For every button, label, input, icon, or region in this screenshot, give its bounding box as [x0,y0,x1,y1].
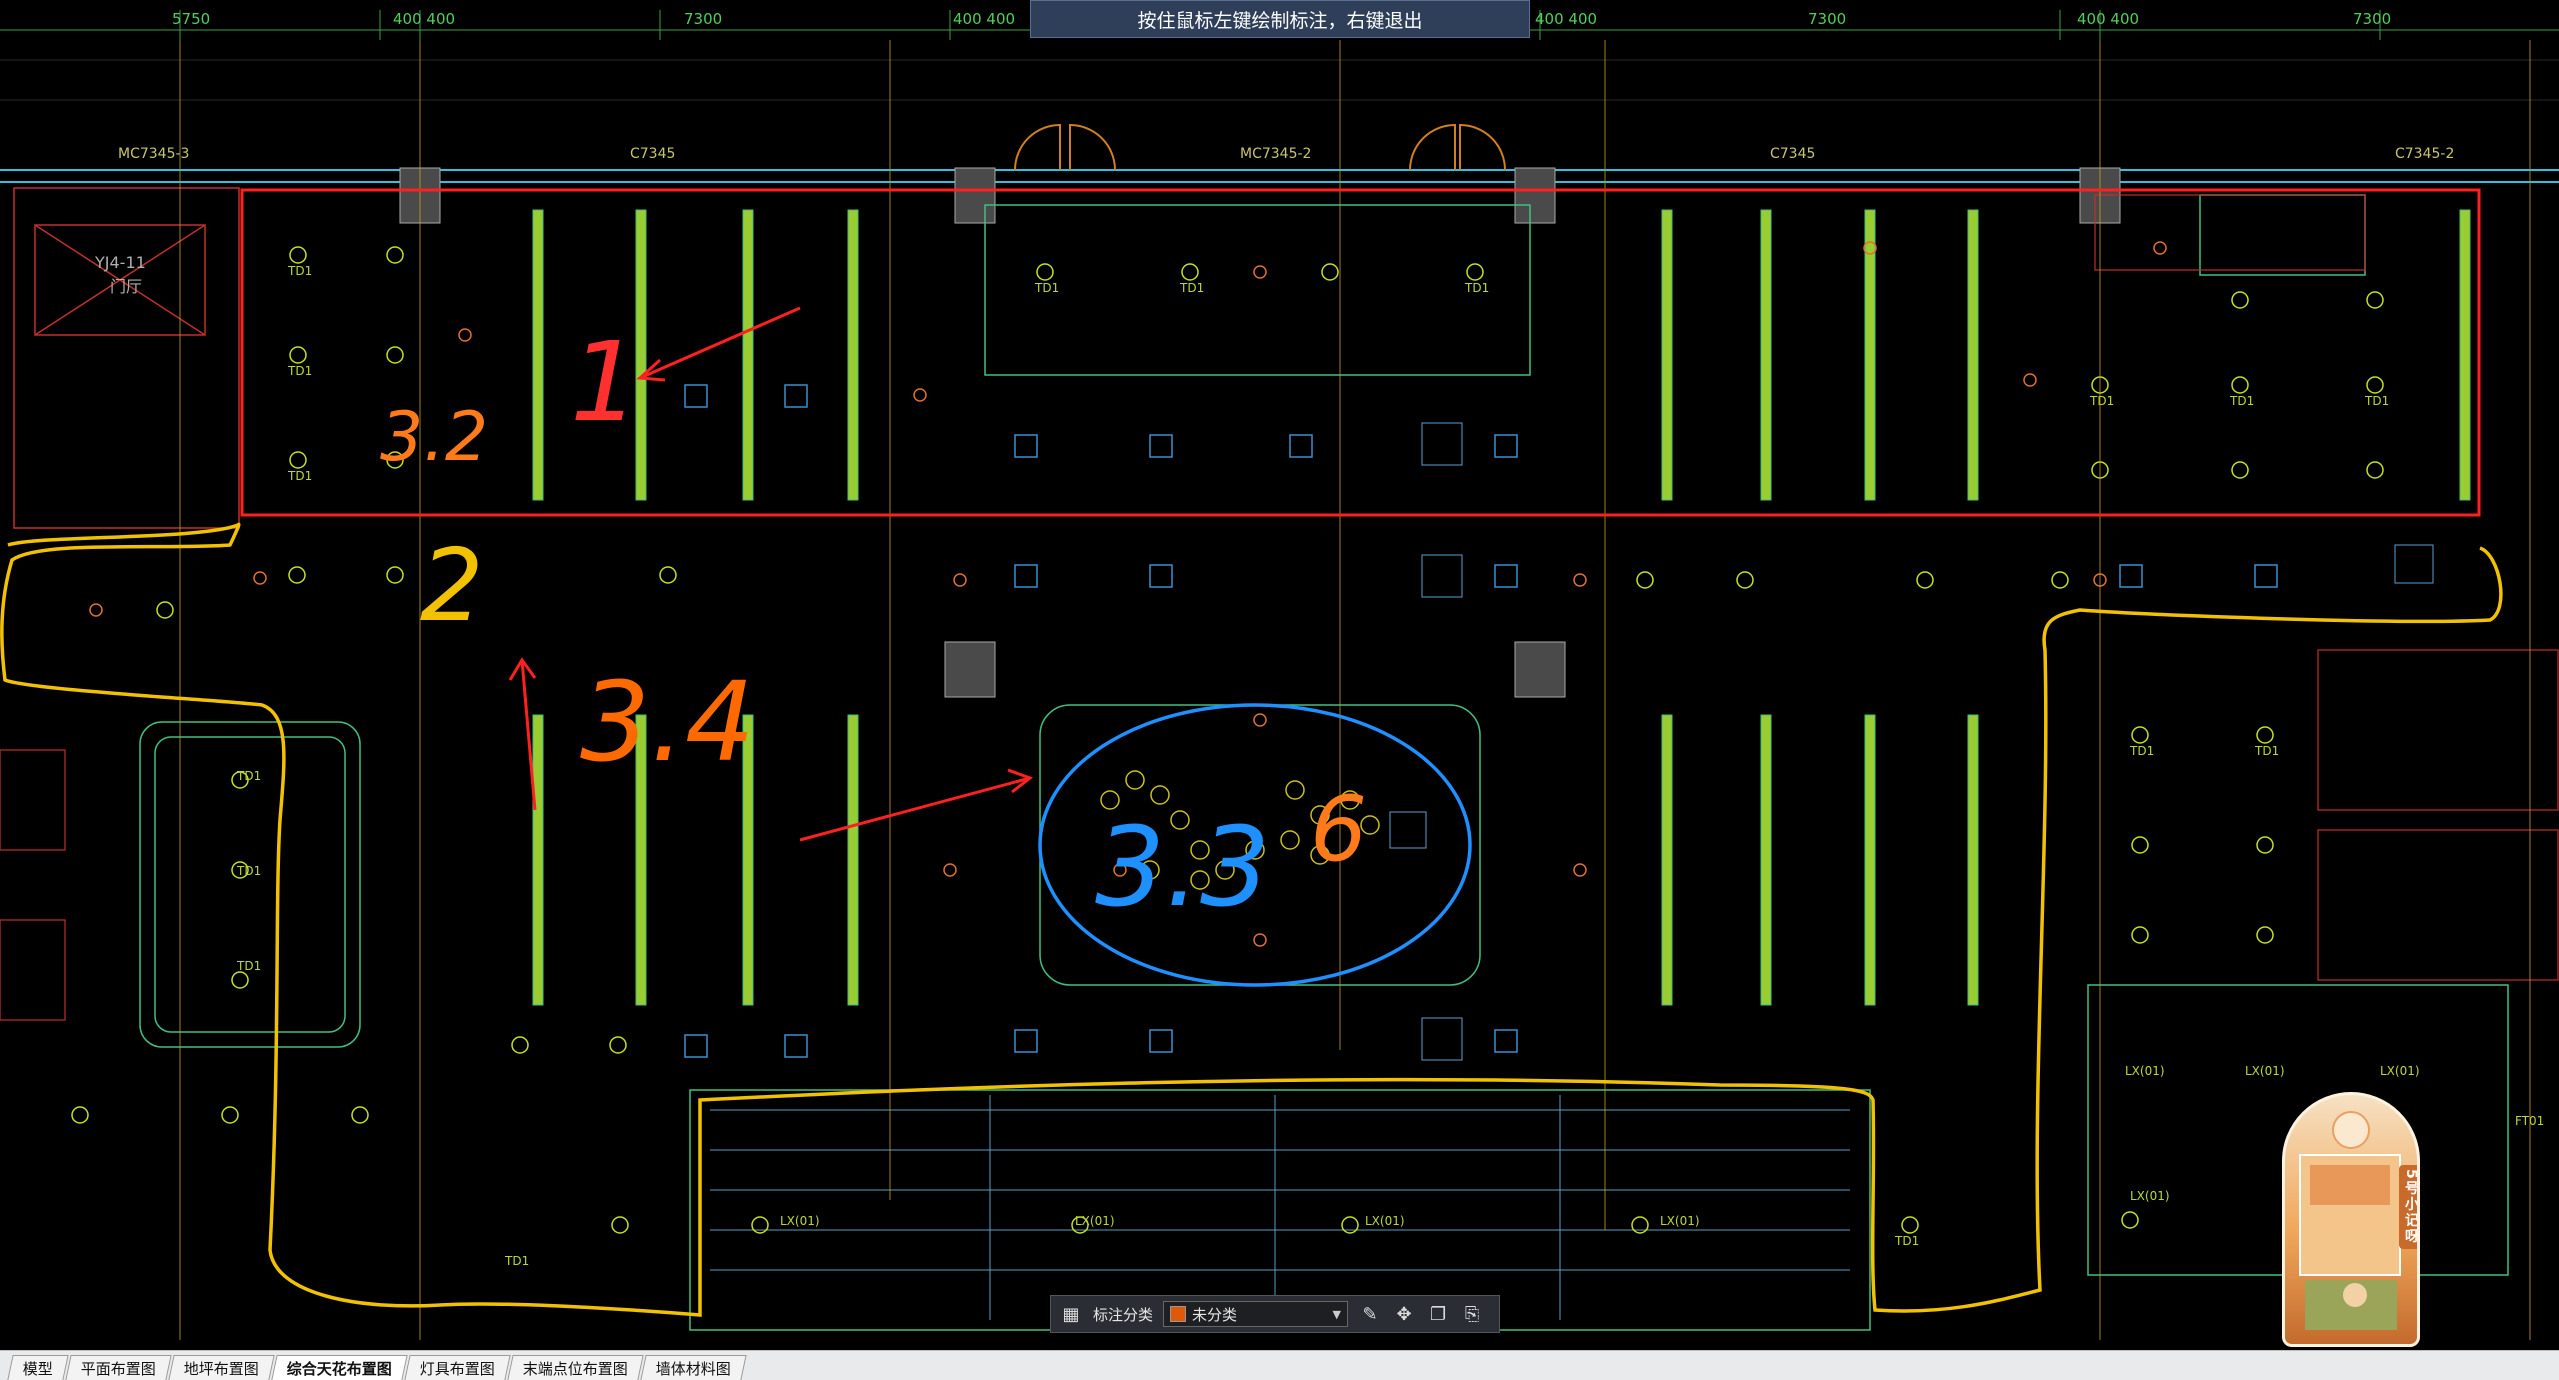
window-tag: C7345 [1770,146,1815,162]
sticker-illustration [2299,1111,2401,1330]
fixture-label-lx: LX(01) [2245,1064,2285,1078]
category-select[interactable]: 未分类 ▼ [1163,1301,1349,1327]
dim-text: 400 400 [393,10,455,28]
chevron-down-icon: ▼ [1332,1307,1342,1321]
fixture-label: TD1 [2089,394,2114,408]
hint-text: 按住鼠标左键绘制标注，右键退出 [1137,9,1423,32]
tab-lighting-plan[interactable]: 灯具布置图 [404,1355,511,1380]
fixture-label: TD1 [236,959,261,973]
sticker-label: 5号小记呀 [2399,1165,2417,1249]
markup-number: 3.3 [1095,803,1270,931]
fixture-label: TD1 [504,1254,529,1268]
edit-icon[interactable]: ✎ [1358,1302,1382,1326]
window-tag: MC7345-3 [118,146,189,162]
markup-number: 3.4 [580,658,755,786]
fixture-label: TD1 [1464,281,1489,295]
tab-flooring-plan[interactable]: 地坪布置图 [168,1355,275,1380]
markup-number: 3.2 [380,398,488,477]
fixture-label: TD1 [287,364,312,378]
window-tag: C7345 [630,146,675,162]
category-label: 标注分类 [1093,1305,1154,1324]
fixture-label: TD1 [1894,1234,1919,1248]
dim-text: 5750 [172,10,210,28]
fixture-label: TD1 [2229,394,2254,408]
room-tag: YJ4-11 [94,253,146,272]
fixture-label-lx: LX(01) [1660,1214,1700,1228]
grid-icon[interactable]: ▦ [1059,1302,1083,1326]
markup-number: 6 [1310,777,1367,882]
category-value: 未分类 [1192,1305,1238,1324]
fixture-label: TD1 [1179,281,1204,295]
fixture-label: TD1 [287,264,312,278]
fixture-label: TD1 [236,769,261,783]
fixture-label-lx: LX(01) [1365,1214,1405,1228]
markup-number: 1 [570,318,640,446]
dim-text: 7300 [2353,10,2391,28]
annotation-toolbar: ▦ 标注分类 未分类 ▼ ✎ ✥ ❐ ⎘ [1050,1295,1500,1333]
markup-number: 2 [420,527,484,644]
copy-icon[interactable]: ❐ [1426,1302,1450,1326]
cad-drawing-canvas[interactable]: 5750 400 400 7300 400 400 400 400 7300 4… [0,0,2559,1350]
fixture-label: TD1 [287,469,312,483]
room-tag: 门厅 [110,277,142,296]
fixture-label: TD1 [2364,394,2389,408]
tab-ceiling-plan[interactable]: 综合天花布置图 [271,1355,408,1380]
dim-text: 400 400 [1535,10,1597,28]
tab-terminal-points-plan[interactable]: 末端点位布置图 [507,1355,644,1380]
annotation-hint-banner: 按住鼠标左键绘制标注，右键退出 [1030,0,1530,38]
fixture-label: TD1 [2254,744,2279,758]
tab-model[interactable]: 模型 [7,1355,69,1380]
fixture-label-lx: LX(01) [1075,1214,1115,1228]
window-tag: C7345-2 [2395,146,2454,162]
fixture-label-lx: LX(01) [780,1214,820,1228]
window-tag: MC7345-2 [1240,146,1311,162]
layout-tabs-bar: 模型 平面布置图 地坪布置图 综合天花布置图 灯具布置图 末端点位布置图 墙体材… [0,1350,2559,1380]
paste-icon[interactable]: ⎘ [1460,1302,1484,1326]
fixture-label-lx: LX(01) [2125,1064,2165,1078]
dim-text: 400 400 [2077,10,2139,28]
tab-wall-materials-plan[interactable]: 墙体材料图 [640,1355,747,1380]
dim-text: 7300 [684,10,722,28]
color-swatch [1170,1306,1187,1322]
ceiling-plan-drawing: 5750 400 400 7300 400 400 400 400 7300 4… [0,10,2559,1340]
fixture-label: TD1 [2129,744,2154,758]
fixture-label: TD1 [1034,281,1059,295]
move-icon[interactable]: ✥ [1392,1302,1416,1326]
fixture-label-lx: LX(01) [2380,1064,2420,1078]
fixture-label: TD1 [236,864,261,878]
fixture-label-lx: LX(01) [2130,1189,2170,1203]
tab-floor-plan[interactable]: 平面布置图 [65,1355,172,1380]
dim-text: 7300 [1808,10,1846,28]
dim-text: 400 400 [953,10,1015,28]
decorative-sticker: 5号小记呀 [2282,1092,2420,1347]
